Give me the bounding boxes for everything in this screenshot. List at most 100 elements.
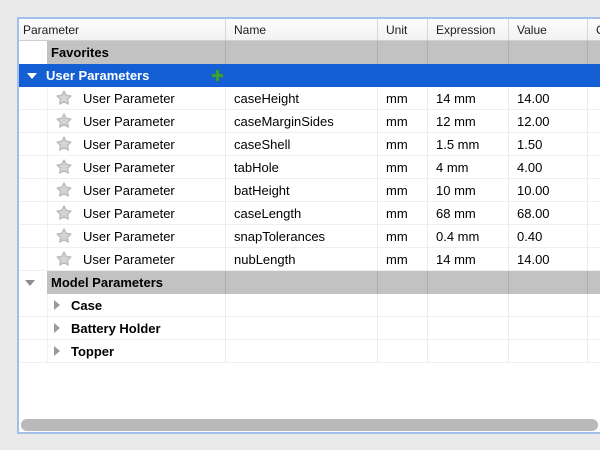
column-header-expression[interactable]: Expression (427, 19, 508, 40)
favorite-star-icon[interactable] (55, 89, 73, 107)
name-cell[interactable]: caseHeight (225, 87, 377, 109)
comment-cell[interactable] (587, 248, 600, 270)
parameter-type-label: User Parameter (83, 206, 175, 221)
user-parameters-group-label: User Parameters (46, 68, 149, 83)
expression-cell[interactable]: 1.5 mm (427, 133, 508, 155)
favorite-star-icon[interactable] (55, 204, 73, 222)
disclosure-collapsed-icon[interactable] (54, 346, 60, 356)
parameter-cell: User Parameter (19, 225, 225, 247)
name-cell[interactable]: caseShell (225, 133, 377, 155)
disclosure-collapsed-icon[interactable] (54, 323, 60, 333)
parameter-unit: mm (386, 229, 408, 244)
favorite-star-icon[interactable] (55, 135, 73, 153)
user-parameter-row[interactable]: User Parameter caseMarginSides mm 12 mm … (19, 110, 600, 133)
plus-icon (211, 69, 224, 82)
model-subgroup-label: Case (71, 298, 102, 313)
parameter-expression: 10 mm (436, 183, 476, 198)
parameter-cell: User Parameter (19, 133, 225, 155)
unit-cell: mm (377, 225, 427, 247)
favorite-star-icon[interactable] (55, 112, 73, 130)
parameter-value: 12.00 (517, 114, 550, 129)
column-header-name[interactable]: Name (225, 19, 377, 40)
value-cell: 1.50 (508, 133, 587, 155)
column-header-parameter[interactable]: Parameter (19, 19, 225, 40)
disclosure-expanded-icon[interactable] (27, 73, 37, 79)
name-cell[interactable]: tabHole (225, 156, 377, 178)
parameter-cell: User Parameter (19, 110, 225, 132)
favorite-star-icon[interactable] (55, 250, 73, 268)
unit-cell: mm (377, 133, 427, 155)
parameter-cell: Topper (19, 340, 225, 362)
parameter-cell: User Parameter (19, 179, 225, 201)
comment-cell[interactable] (587, 202, 600, 224)
user-parameter-row[interactable]: User Parameter caseLength mm 68 mm 68.00 (19, 202, 600, 225)
parameter-name: nubLength (234, 252, 295, 267)
parameter-cell: Case (19, 294, 225, 316)
favorite-star-icon[interactable] (55, 158, 73, 176)
expression-cell[interactable]: 10 mm (427, 179, 508, 201)
comment-cell[interactable] (587, 87, 600, 109)
group-label-cell: Favorites (47, 41, 225, 64)
column-header-label: Value (517, 23, 547, 37)
expression-cell[interactable]: 68 mm (427, 202, 508, 224)
name-cell[interactable]: caseLength (225, 202, 377, 224)
parameter-expression: 68 mm (436, 206, 476, 221)
name-cell[interactable]: nubLength (225, 248, 377, 270)
column-header-label: Expression (436, 23, 495, 37)
disclosure-collapsed-icon[interactable] (54, 300, 60, 310)
scrollbar-thumb[interactable] (21, 419, 598, 431)
comment-cell[interactable] (587, 133, 600, 155)
expression-cell[interactable]: 14 mm (427, 248, 508, 270)
favorite-star-icon[interactable] (55, 227, 73, 245)
name-cell[interactable]: snapTolerances (225, 225, 377, 247)
model-subgroup-row[interactable]: Case (19, 294, 600, 317)
group-row-user-parameters[interactable]: User Parameters (19, 64, 600, 87)
user-parameter-row[interactable]: User Parameter batHeight mm 10 mm 10.00 (19, 179, 600, 202)
model-subgroup-row[interactable]: Battery Holder (19, 317, 600, 340)
parameter-cell: User Parameter (19, 202, 225, 224)
group-row-favorites[interactable]: Favorites (19, 41, 600, 64)
expression-cell[interactable]: 4 mm (427, 156, 508, 178)
comment-cell[interactable] (587, 225, 600, 247)
parameter-expression: 12 mm (436, 114, 476, 129)
model-subgroup-label: Topper (71, 344, 114, 359)
column-header-value[interactable]: Value (508, 19, 587, 40)
user-parameter-row[interactable]: User Parameter nubLength mm 14 mm 14.00 (19, 248, 600, 271)
parameter-unit: mm (386, 252, 408, 267)
parameter-unit: mm (386, 137, 408, 152)
parameter-type-label: User Parameter (83, 160, 175, 175)
tree-indent (19, 248, 48, 270)
parameter-type-label: User Parameter (83, 252, 175, 267)
group-row-model-parameters[interactable]: Model Parameters (19, 271, 600, 294)
comment-cell[interactable] (587, 110, 600, 132)
value-cell: 0.40 (508, 225, 587, 247)
name-cell[interactable]: batHeight (225, 179, 377, 201)
model-subgroup-label: Battery Holder (71, 321, 161, 336)
disclosure-gutter (19, 271, 47, 294)
expression-cell[interactable]: 0.4 mm (427, 225, 508, 247)
name-cell[interactable]: caseMarginSides (225, 110, 377, 132)
favorite-star-icon[interactable] (55, 181, 73, 199)
tree-indent (19, 202, 48, 224)
tree-indent (19, 294, 48, 316)
horizontal-scrollbar[interactable] (19, 418, 600, 432)
column-header-label: Name (234, 23, 266, 37)
unit-cell: mm (377, 156, 427, 178)
tree-indent (19, 156, 48, 178)
column-header-comments[interactable]: Comments (587, 19, 600, 40)
expression-cell[interactable]: 12 mm (427, 110, 508, 132)
user-parameter-row[interactable]: User Parameter caseHeight mm 14 mm 14.00 (19, 87, 600, 110)
user-parameter-row[interactable]: User Parameter tabHole mm 4 mm 4.00 (19, 156, 600, 179)
model-subgroup-row[interactable]: Topper (19, 340, 600, 363)
user-parameter-row[interactable]: User Parameter snapTolerances mm 0.4 mm … (19, 225, 600, 248)
user-parameter-row[interactable]: User Parameter caseShell mm 1.5 mm 1.50 (19, 133, 600, 156)
add-user-parameter-button[interactable] (211, 69, 224, 82)
disclosure-expanded-icon[interactable] (25, 280, 35, 286)
value-cell: 10.00 (508, 179, 587, 201)
expression-cell[interactable]: 14 mm (427, 87, 508, 109)
parameter-type-label: User Parameter (83, 91, 175, 106)
comment-cell[interactable] (587, 156, 600, 178)
comment-cell[interactable] (587, 179, 600, 201)
parameter-type-label: User Parameter (83, 137, 175, 152)
column-header-unit[interactable]: Unit (377, 19, 427, 40)
